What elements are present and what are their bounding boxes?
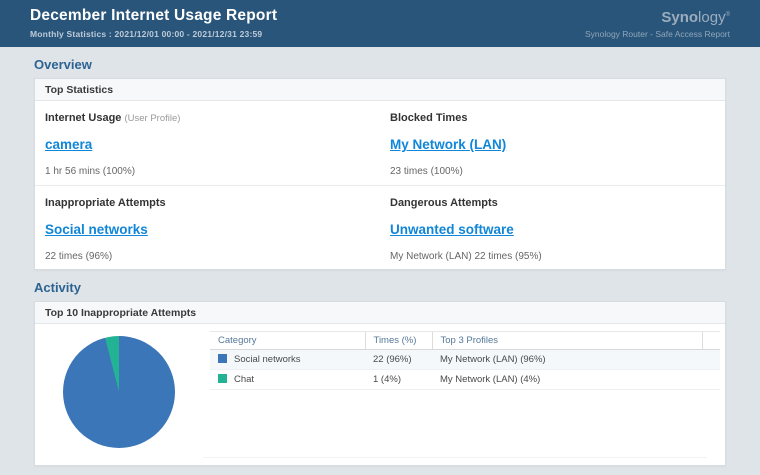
table-row-social-networks: Social networks 22 (96%) My Network (LAN… [210, 350, 720, 370]
cell-profiles: My Network (LAN) (4%) [432, 370, 702, 390]
stat-inappropriate-attempts-label: Inappropriate Attempts [45, 197, 360, 209]
activity-card-title: Top 10 Inappropriate Attempts [35, 302, 725, 324]
column-header-top3-profiles: Top 3 Profiles [432, 332, 702, 350]
overview-section-title: Overview [34, 57, 726, 72]
stat-internet-usage: Internet Usage (User Profile) camera 1 h… [35, 101, 380, 185]
legend-swatch-social-networks [218, 354, 227, 363]
activity-section-title: Activity [34, 280, 726, 295]
cell-category: Social networks [210, 350, 365, 370]
column-header-empty [702, 332, 720, 350]
stat-internet-usage-value: 1 hr 56 mins (100%) [45, 166, 360, 177]
top-statistics-grid: Internet Usage (User Profile) camera 1 h… [35, 101, 725, 269]
stat-link-my-network-lan[interactable]: My Network (LAN) [390, 137, 506, 152]
column-header-category: Category [210, 332, 365, 350]
stat-internet-usage-label: Internet Usage (User Profile) [45, 112, 360, 124]
stat-link-unwanted-software[interactable]: Unwanted software [390, 222, 514, 237]
stat-dangerous-attempts-label: Dangerous Attempts [390, 197, 705, 209]
stat-blocked-times: Blocked Times My Network (LAN) 23 times … [380, 101, 725, 185]
stat-blocked-times-label: Blocked Times [390, 112, 705, 124]
inappropriate-attempts-table: Category Times (%) Top 3 Profiles Social… [210, 331, 719, 390]
cell-category: Chat [210, 370, 365, 390]
column-header-times: Times (%) [365, 332, 432, 350]
report-title: December Internet Usage Report [30, 7, 277, 25]
cell-times: 22 (96%) [365, 350, 432, 370]
cell-profiles: My Network (LAN) (96%) [432, 350, 702, 370]
registered-mark-icon: ® [726, 12, 730, 18]
report-header-right: Synology® Synology Router - Safe Access … [585, 7, 730, 39]
report-body: Overview Top Statistics Internet Usage (… [0, 57, 760, 466]
report-date-range: Monthly Statistics : 2021/12/01 00:00 - … [30, 29, 277, 39]
stat-dangerous-attempts: Dangerous Attempts Unwanted software My … [380, 185, 725, 269]
report-header-left: December Internet Usage Report Monthly S… [30, 7, 277, 39]
stat-dangerous-attempts-value: My Network (LAN) 22 times (95%) [390, 251, 705, 262]
cell-times: 1 (4%) [365, 370, 432, 390]
stat-inappropriate-attempts-value: 22 times (96%) [45, 251, 360, 262]
activity-card: Top 10 Inappropriate Attempts Category T… [34, 301, 726, 466]
synology-logo: Synology® [585, 7, 730, 26]
stat-link-camera[interactable]: camera [45, 137, 92, 152]
synology-logo-bold: Syno [661, 9, 698, 26]
activity-card-body: Category Times (%) Top 3 Profiles Social… [35, 324, 725, 465]
legend-swatch-chat [218, 374, 227, 383]
table-header-row: Category Times (%) Top 3 Profiles [210, 332, 720, 350]
top-statistics-card: Top Statistics Internet Usage (User Prof… [34, 78, 726, 270]
report-header: December Internet Usage Report Monthly S… [0, 0, 760, 47]
stat-link-social-networks[interactable]: Social networks [45, 222, 148, 237]
synology-logo-light: logy [698, 9, 726, 26]
stat-blocked-times-value: 23 times (100%) [390, 166, 705, 177]
stat-inappropriate-attempts: Inappropriate Attempts Social networks 2… [35, 185, 380, 269]
top-statistics-card-title: Top Statistics [35, 79, 725, 101]
table-row-chat: Chat 1 (4%) My Network (LAN) (4%) [210, 370, 720, 390]
card-footer-divider [203, 457, 707, 458]
stat-internet-usage-label-suffix: (User Profile) [124, 113, 180, 124]
report-tagline: Synology Router - Safe Access Report [585, 29, 730, 39]
inappropriate-attempts-pie-chart [63, 336, 175, 448]
